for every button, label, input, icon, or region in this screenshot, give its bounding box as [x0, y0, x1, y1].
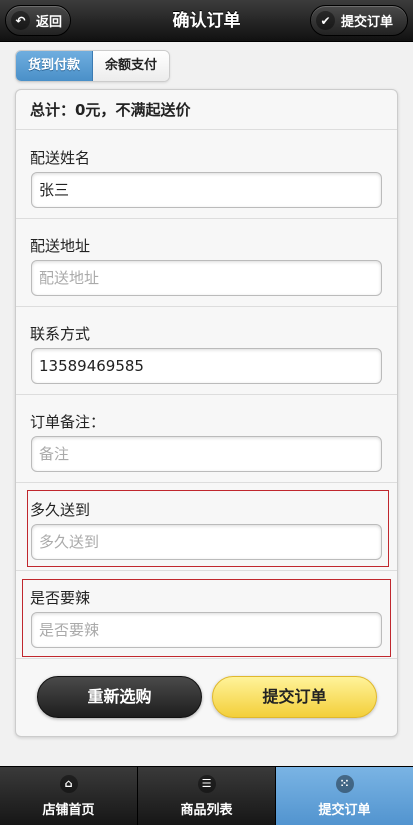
app-header: 确认订单 ↶ 返回 ✔ 提交订单 — [0, 0, 413, 42]
home-icon: ⌂ — [59, 775, 78, 793]
list-icon: ☰ — [197, 775, 216, 793]
field-label: 联系方式 — [30, 325, 91, 343]
field-label: 配送姓名 — [30, 149, 91, 167]
name-input[interactable]: 张三 — [31, 172, 382, 208]
header-submit-label: 提交订单 — [341, 15, 394, 30]
field-phone: 联系方式 13589469585 — [16, 307, 397, 395]
grid-icon: ⁙ — [335, 775, 354, 793]
field-note: 订单备注： 备注 — [16, 395, 397, 483]
field-label: 订单备注： — [30, 413, 106, 431]
nav-tab-products[interactable]: ☰ 商品列表 — [138, 767, 276, 825]
nav-tab-label: 商品列表 — [180, 803, 233, 818]
back-arrow-icon: ↶ — [11, 11, 30, 30]
header-submit-button[interactable]: ✔ 提交订单 — [310, 5, 408, 36]
nav-tab-label: 提交订单 — [318, 803, 371, 818]
back-button[interactable]: ↶ 返回 — [5, 5, 71, 36]
address-input[interactable]: 配送地址 — [31, 260, 382, 296]
highlight-box-delivery-time — [27, 490, 389, 567]
back-button-label: 返回 — [36, 15, 63, 30]
payment-option-balance[interactable]: 余额支付 — [93, 51, 170, 81]
field-address: 配送地址 配送地址 — [16, 219, 397, 307]
payment-method-selector: 货到付款 余额支付 — [15, 50, 171, 82]
highlight-box-spicy — [22, 579, 391, 657]
phone-input[interactable]: 13589469585 — [31, 348, 382, 384]
note-input[interactable]: 备注 — [31, 436, 382, 472]
nav-tab-label: 店铺首页 — [42, 803, 95, 818]
field-name: 配送姓名 张三 — [16, 131, 397, 219]
nav-tab-home[interactable]: ⌂ 店铺首页 — [0, 767, 138, 825]
reselect-button[interactable]: 重新选购 — [37, 676, 202, 718]
bottom-nav: ⌂ 店铺首页 ☰ 商品列表 ⁙ 提交订单 — [0, 766, 413, 825]
nav-tab-submit[interactable]: ⁙ 提交订单 — [276, 767, 413, 825]
submit-order-button[interactable]: 提交订单 — [212, 676, 377, 718]
field-label: 配送地址 — [30, 237, 91, 255]
payment-option-cod[interactable]: 货到付款 — [16, 51, 94, 81]
order-total: 总计：0元，不满起送价 — [16, 90, 397, 130]
order-form: 总计：0元，不满起送价 配送姓名 张三 配送地址 配送地址 联系方式 13589… — [15, 89, 398, 737]
check-icon: ✔ — [316, 11, 335, 30]
